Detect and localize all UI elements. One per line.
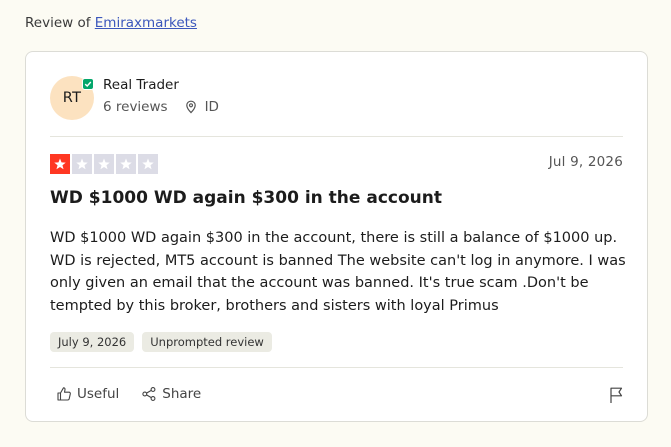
review-date: Jul 9, 2026 bbox=[548, 154, 623, 170]
share-icon bbox=[142, 387, 156, 401]
star-icon bbox=[72, 154, 92, 174]
location-pin-icon bbox=[185, 100, 196, 114]
header-divider bbox=[50, 136, 623, 137]
reviewer-location: ID bbox=[184, 99, 219, 115]
thumbs-up-icon bbox=[57, 387, 71, 401]
reviewer-meta: 6 reviews ID bbox=[103, 99, 219, 115]
star-rating bbox=[50, 154, 158, 174]
review-title[interactable]: WD $1000 WD again $300 in the account bbox=[50, 188, 442, 208]
star-icon bbox=[94, 154, 114, 174]
footer-divider bbox=[50, 367, 623, 368]
review-of-header: Review of Emiraxmarkets bbox=[25, 15, 197, 31]
tag-date: July 9, 2026 bbox=[50, 332, 135, 352]
review-of-label: Review of bbox=[25, 15, 91, 31]
star-icon bbox=[50, 154, 70, 174]
review-body: WD $1000 WD again $300 in the account, t… bbox=[50, 230, 626, 314]
share-label: Share bbox=[162, 386, 202, 402]
tag-unprompted: Unprompted review bbox=[142, 332, 272, 352]
star-icon bbox=[138, 154, 158, 174]
reviewer-name[interactable]: Real Trader bbox=[103, 77, 179, 93]
review-tags: July 9, 2026 Unprompted review bbox=[50, 332, 272, 352]
verified-badge-icon bbox=[82, 78, 94, 90]
location-code: ID bbox=[204, 99, 219, 115]
report-flag-button[interactable] bbox=[608, 386, 624, 408]
useful-label: Useful bbox=[77, 386, 120, 402]
reviews-count: 6 reviews bbox=[103, 99, 168, 115]
review-actions: Useful Share bbox=[56, 386, 201, 402]
flag-icon bbox=[610, 387, 623, 403]
star-icon bbox=[116, 154, 136, 174]
company-link[interactable]: Emiraxmarkets bbox=[95, 15, 197, 31]
useful-button[interactable]: Useful bbox=[56, 386, 119, 402]
review-card: RT Real Trader 6 reviews ID Jul 9, 2026 … bbox=[25, 51, 648, 422]
share-button[interactable]: Share bbox=[141, 386, 201, 402]
avatar-initials: RT bbox=[62, 90, 82, 106]
